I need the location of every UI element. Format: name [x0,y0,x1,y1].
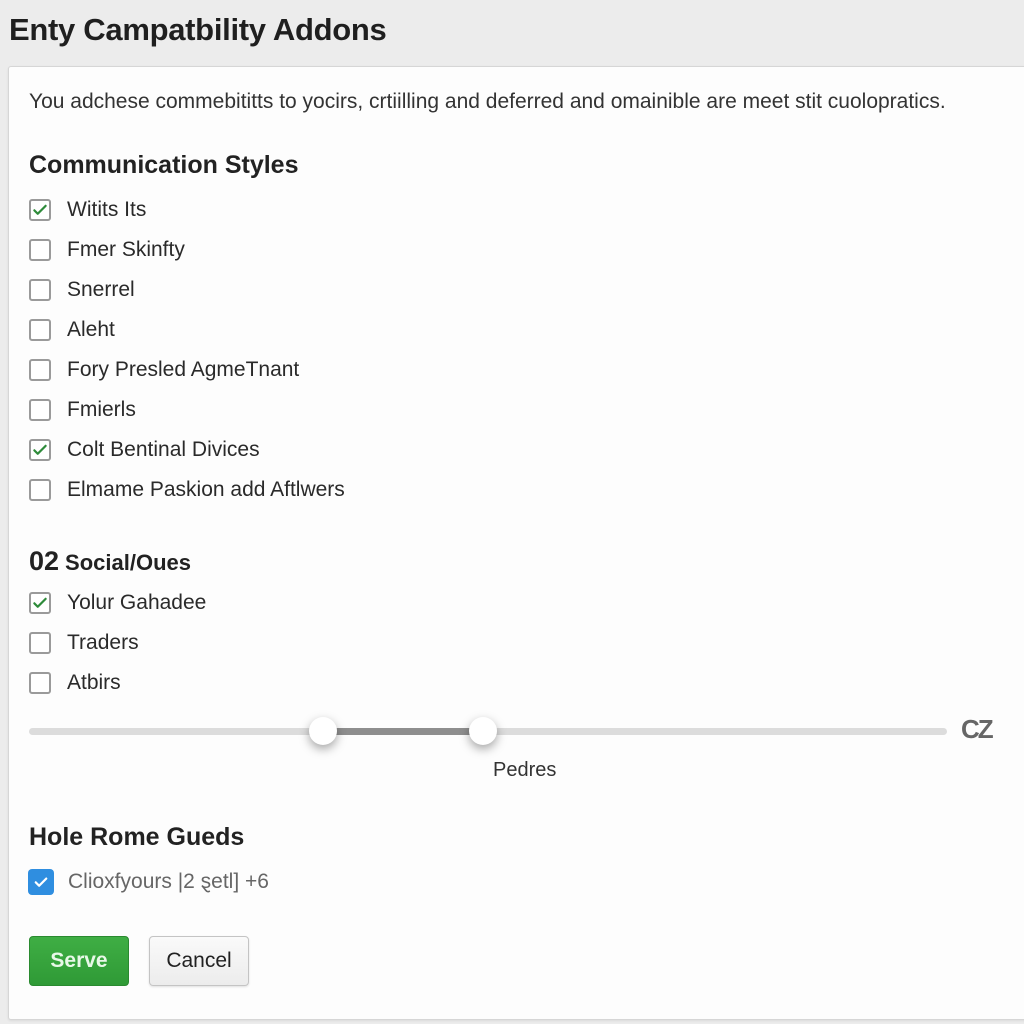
social-checkbox-row[interactable]: Traders [29,628,139,658]
comm-checkbox-label: Fmer Skinfty [67,238,185,261]
social-checkbox[interactable] [29,632,51,654]
addons-panel: You adchese commebititts to yocirs, crti… [8,66,1024,1020]
comm-checkbox-row[interactable]: Fory Presled AgmeTnant [29,355,299,385]
social-checkbox-label: Atbirs [67,671,121,694]
social-checkbox[interactable] [29,592,51,614]
page-title: Enty Campatbility Addons [9,12,387,47]
home-checkbox-row[interactable]: Clioxfyours |2 ȿetl] +6 [28,867,269,897]
comm-checkbox-label: Aleht [67,318,115,341]
slider-thumb-high[interactable] [469,717,498,745]
comm-checkbox-row[interactable]: Fmer Skinfty [29,235,185,265]
cancel-button[interactable]: Cancel [149,936,249,986]
section-title-text: Social/Oues [65,550,191,575]
comm-checkbox-label: Fmierls [67,398,136,421]
slider-caption: Pedres [493,759,557,781]
social-checkbox[interactable] [29,672,51,694]
comm-checkbox[interactable] [29,479,51,501]
save-button[interactable]: Serve [29,936,129,986]
checkmark-icon [33,444,47,455]
comm-checkbox[interactable] [29,439,51,461]
comm-checkbox-label: Colt Bentinal Divices [67,438,260,461]
comm-checkbox-row[interactable]: Colt Bentinal Divices [29,435,260,465]
section-number: 02 [29,546,60,576]
social-checkbox-row[interactable]: Yolur Gahadee [29,588,206,618]
comm-checkbox-label: Snerrel [67,278,135,301]
comm-checkbox-row[interactable]: Fmierls [29,395,136,425]
slider-end-label: CZ [961,714,994,744]
home-checkbox[interactable] [28,869,54,895]
communication-styles-heading: Communication Styles [29,151,299,179]
slider-thumb-low[interactable] [308,717,337,745]
home-checkbox-label: Clioxfyours |2 ȿetl] +6 [68,870,269,893]
comm-checkbox[interactable] [29,399,51,421]
checkmark-icon [34,877,48,887]
home-heading: Hole Rome Gueds [29,823,245,851]
comm-checkbox[interactable] [29,319,51,341]
comm-checkbox-label: Witits Its [67,198,147,221]
social-heading: 02 Social/Oues [29,546,191,577]
comm-checkbox-row[interactable]: Snerrel [29,275,135,305]
social-checkbox-label: Traders [67,631,139,654]
comm-checkbox-label: Elmame Paskion add Aftlwers [67,478,345,501]
social-checkbox-label: Yolur Gahadee [67,591,207,614]
comm-checkbox-label: Fory Presled AgmeTnant [67,358,300,381]
checkmark-icon [33,204,47,215]
comm-checkbox-row[interactable]: Elmame Paskion add Aftlwers [29,475,345,505]
comm-checkbox-row[interactable]: Aleht [29,315,115,345]
panel-description: You adchese commebititts to yocirs, crti… [29,90,946,113]
comm-checkbox[interactable] [29,279,51,301]
comm-checkbox[interactable] [29,239,51,261]
comm-checkbox-row[interactable]: Witits Its [29,195,146,225]
social-checkbox-row[interactable]: Atbirs [29,668,121,698]
checkmark-icon [33,597,47,608]
comm-checkbox[interactable] [29,199,51,221]
range-slider[interactable] [29,717,947,745]
comm-checkbox[interactable] [29,359,51,381]
slider-selected-range [322,728,484,735]
